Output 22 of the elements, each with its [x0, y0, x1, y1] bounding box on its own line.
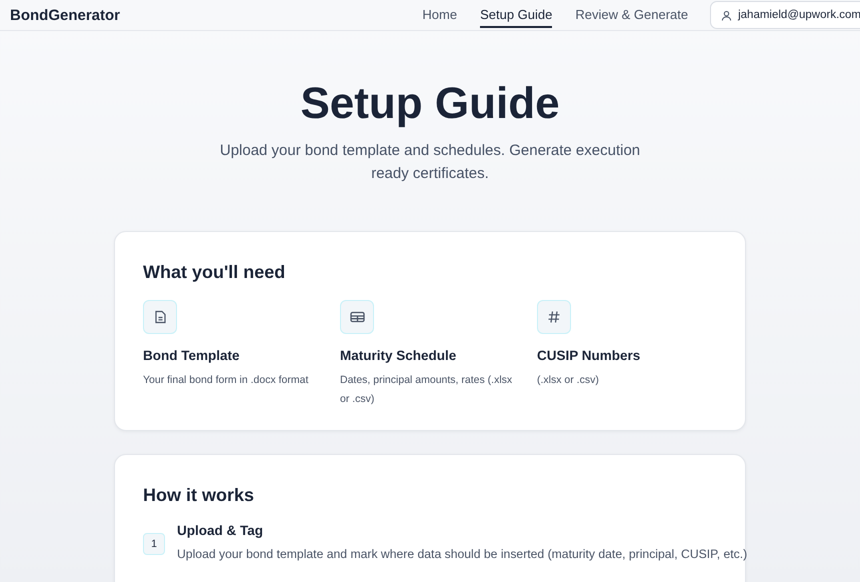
- page-subtitle: Upload your bond template and schedules. Generate execution ready certificates.: [218, 141, 642, 184]
- section-heading: What you'll need: [143, 262, 286, 283]
- table-icon: [350, 311, 364, 323]
- nav-tab[interactable]: Review & Generate: [575, 2, 688, 28]
- nav-tab[interactable]: Setup Guide: [480, 2, 552, 28]
- item-description: Your final bond form in .docx format: [143, 373, 310, 388]
- item-title: CUSIP Numbers: [537, 348, 642, 363]
- step-number: 1: [143, 533, 165, 555]
- item-title: Maturity Schedule: [340, 348, 458, 363]
- section-heading: How it works: [143, 485, 256, 506]
- brand-logo: BondGenerator: [10, 6, 122, 24]
- step-description: Upload your bond template and mark where data should be inserted (maturity date, principal, CUSIP, etc.): [177, 547, 748, 561]
- step-title: Upload & Tag: [177, 523, 264, 538]
- item-description: (.xlsx or .csv): [537, 373, 600, 388]
- user-icon: [721, 10, 732, 20]
- document-icon: [154, 310, 166, 324]
- nav-tab[interactable]: Home: [422, 2, 458, 28]
- item-description: Dates, principal amounts, rates (.xlsx or .csv): [340, 373, 514, 407]
- item-title: Bond Template: [143, 348, 241, 363]
- hash-icon: [547, 310, 561, 324]
- user-button[interactable]: jahamield@upwork.com: [710, 1, 860, 29]
- page-title: Setup Guide: [300, 78, 560, 130]
